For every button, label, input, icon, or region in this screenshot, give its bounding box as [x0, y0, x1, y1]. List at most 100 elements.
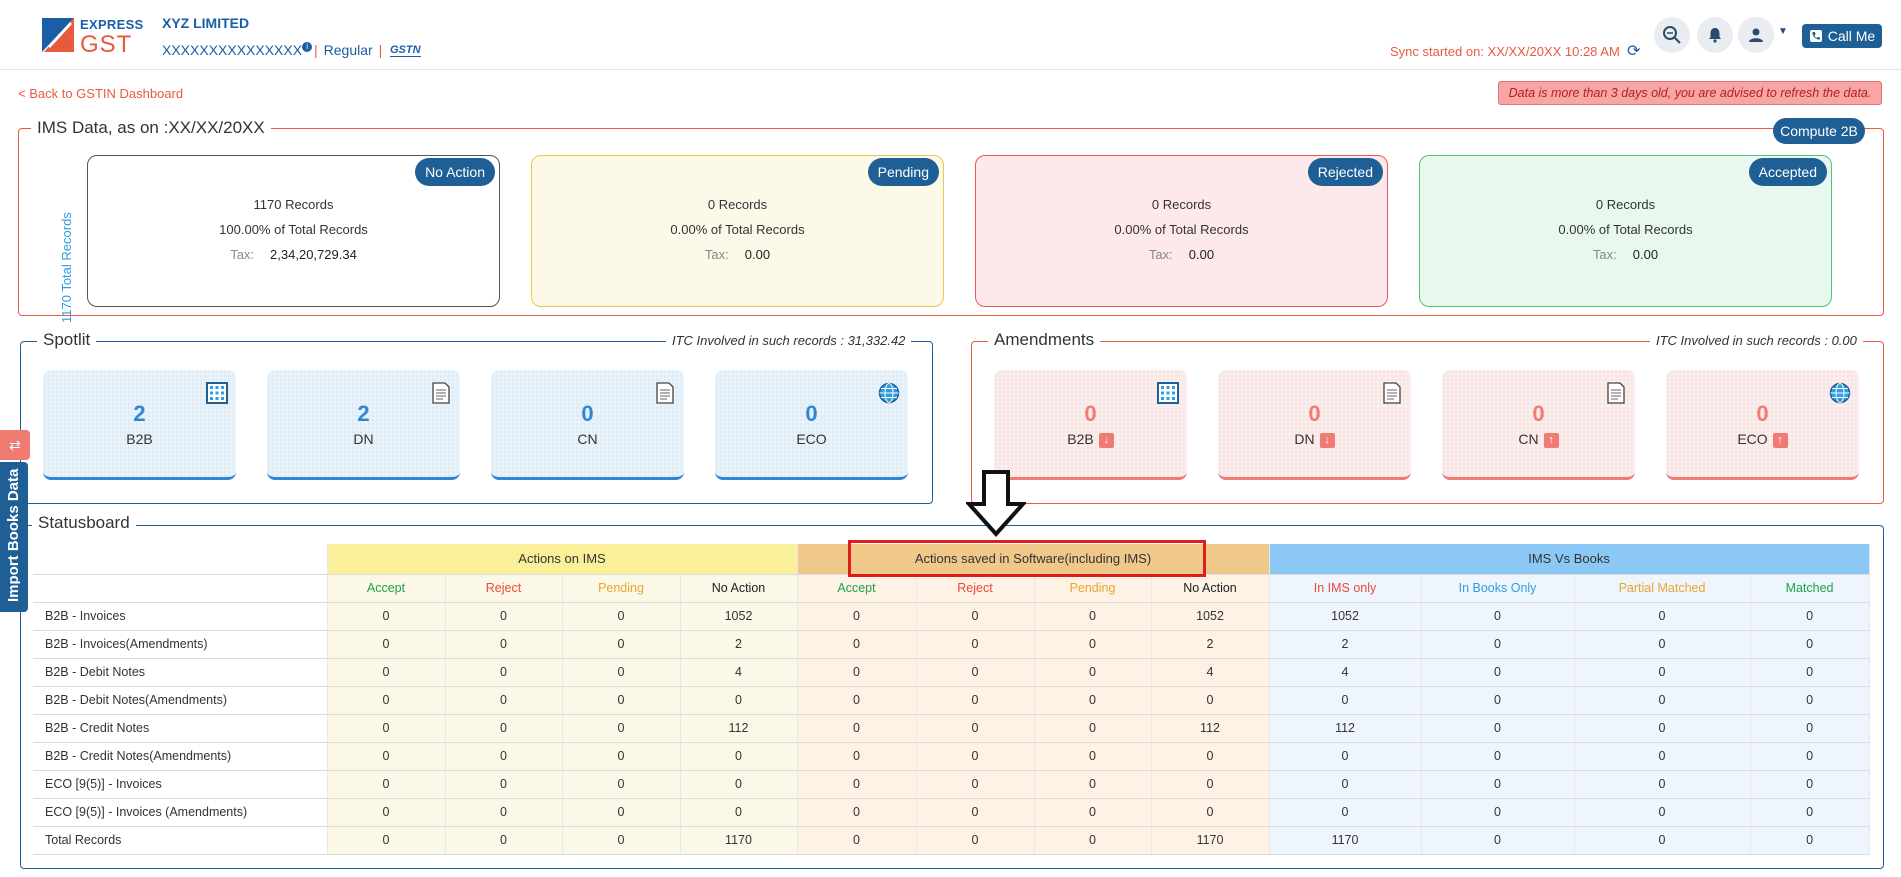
table-cell[interactable]: 112 [680, 714, 798, 743]
table-cell[interactable]: 0 [562, 686, 681, 715]
back-to-dashboard-link[interactable]: < Back to GSTIN Dashboard [18, 86, 183, 101]
col-in-books-only[interactable]: In Books Only [1421, 574, 1575, 603]
amendment-card-b2b[interactable]: 0 B2B ↓ [994, 370, 1187, 480]
table-cell[interactable]: 1052 [1269, 602, 1422, 631]
table-cell[interactable]: 0 [1574, 798, 1751, 827]
table-cell[interactable]: 0 [1750, 826, 1870, 855]
table-cell[interactable]: 0 [1421, 658, 1575, 687]
table-cell[interactable]: 1170 [680, 826, 798, 855]
ims-card-no-action[interactable]: No Action 1170 Records 100.00% of Total … [87, 155, 500, 307]
table-cell[interactable]: 0 [562, 714, 681, 743]
table-cell[interactable]: 112 [1151, 714, 1270, 743]
table-cell[interactable]: 0 [797, 770, 917, 799]
ims-card-pending[interactable]: Pending 0 Records 0.00% of Total Records… [531, 155, 944, 307]
table-cell[interactable]: 0 [916, 770, 1035, 799]
col-accept[interactable]: Accept [797, 574, 917, 603]
import-icon[interactable]: ⇄ [0, 430, 30, 460]
table-cell[interactable]: 0 [562, 742, 681, 771]
table-cell[interactable]: 0 [1269, 770, 1422, 799]
table-cell[interactable]: 0 [327, 714, 446, 743]
table-cell[interactable]: 2 [1269, 630, 1422, 659]
table-cell[interactable]: 0 [916, 826, 1035, 855]
table-cell[interactable]: 0 [1034, 742, 1152, 771]
table-cell[interactable]: 0 [562, 658, 681, 687]
table-cell[interactable]: 0 [327, 630, 446, 659]
col-pending[interactable]: Pending [562, 574, 681, 603]
table-cell[interactable]: 0 [1574, 686, 1751, 715]
col-pending[interactable]: Pending [1034, 574, 1152, 603]
table-cell[interactable]: 0 [1421, 798, 1575, 827]
table-cell[interactable]: 0 [1034, 602, 1152, 631]
table-cell[interactable]: 0 [562, 602, 681, 631]
col-reject[interactable]: Reject [445, 574, 563, 603]
col-no-action[interactable]: No Action [680, 574, 798, 603]
table-cell[interactable]: 0 [1151, 686, 1270, 715]
table-cell[interactable]: 0 [1421, 742, 1575, 771]
spotlit-card-eco[interactable]: 0 ECO [715, 370, 908, 480]
table-cell[interactable]: 0 [1750, 798, 1870, 827]
gstn-portal-icon[interactable]: GSTN [390, 44, 421, 57]
table-cell[interactable]: 0 [1034, 770, 1152, 799]
refresh-icon[interactable]: ⟳ [1627, 41, 1640, 61]
col-in-ims-only[interactable]: In IMS only [1269, 574, 1422, 603]
table-cell[interactable]: 0 [1421, 714, 1575, 743]
table-cell[interactable]: 0 [916, 658, 1035, 687]
table-cell[interactable]: 0 [445, 770, 563, 799]
table-cell[interactable]: 1052 [1151, 602, 1270, 631]
table-cell[interactable]: 0 [1421, 770, 1575, 799]
table-cell[interactable]: 0 [1574, 742, 1751, 771]
table-cell[interactable]: 0 [445, 658, 563, 687]
compute-2b-button[interactable]: Compute 2B [1773, 118, 1865, 144]
notifications-button[interactable] [1697, 17, 1733, 53]
table-cell[interactable]: 0 [1034, 798, 1152, 827]
table-cell[interactable]: 0 [916, 630, 1035, 659]
table-cell[interactable]: 0 [562, 798, 681, 827]
amendment-card-eco[interactable]: 0 ECO ↑ [1666, 370, 1859, 480]
col-no-action[interactable]: No Action [1151, 574, 1270, 603]
table-cell[interactable]: 0 [327, 770, 446, 799]
table-cell[interactable]: 0 [1750, 602, 1870, 631]
table-cell[interactable]: 0 [916, 798, 1035, 827]
table-cell[interactable]: 0 [916, 602, 1035, 631]
spotlit-card-dn[interactable]: 2 DN [267, 370, 460, 480]
table-cell[interactable]: 0 [1421, 602, 1575, 631]
table-cell[interactable]: 0 [1574, 602, 1751, 631]
table-cell[interactable]: 0 [680, 686, 798, 715]
table-cell[interactable]: 0 [1574, 714, 1751, 743]
table-cell[interactable]: 0 [797, 714, 917, 743]
col-reject[interactable]: Reject [916, 574, 1035, 603]
col-partial-matched[interactable]: Partial Matched [1574, 574, 1751, 603]
table-cell[interactable]: 0 [1750, 742, 1870, 771]
table-cell[interactable]: 1170 [1151, 826, 1270, 855]
table-cell[interactable]: 0 [1421, 826, 1575, 855]
table-cell[interactable]: 0 [1574, 630, 1751, 659]
table-cell[interactable]: 0 [445, 826, 563, 855]
table-cell[interactable]: 0 [680, 742, 798, 771]
table-cell[interactable]: 0 [797, 798, 917, 827]
table-cell[interactable]: 0 [1421, 630, 1575, 659]
table-cell[interactable]: 0 [562, 826, 681, 855]
table-cell[interactable]: 0 [562, 770, 681, 799]
table-cell[interactable]: 0 [445, 686, 563, 715]
col-accept[interactable]: Accept [327, 574, 446, 603]
table-cell[interactable]: 0 [1750, 630, 1870, 659]
table-cell[interactable]: 0 [1269, 742, 1422, 771]
search-button[interactable] [1654, 17, 1690, 53]
table-cell[interactable]: 0 [327, 658, 446, 687]
table-cell[interactable]: 0 [680, 798, 798, 827]
amendment-card-dn[interactable]: 0 DN ↓ [1218, 370, 1411, 480]
table-cell[interactable]: 0 [1750, 714, 1870, 743]
ims-card-rejected[interactable]: Rejected 0 Records 0.00% of Total Record… [975, 155, 1388, 307]
table-cell[interactable]: 0 [916, 686, 1035, 715]
table-cell[interactable]: 0 [1750, 686, 1870, 715]
table-cell[interactable]: 0 [797, 742, 917, 771]
table-cell[interactable]: 112 [1269, 714, 1422, 743]
table-cell[interactable]: 0 [1269, 686, 1422, 715]
table-cell[interactable]: 4 [1151, 658, 1270, 687]
table-cell[interactable]: 0 [445, 714, 563, 743]
spotlit-card-cn[interactable]: 0 CN [491, 370, 684, 480]
table-cell[interactable]: 0 [445, 602, 563, 631]
table-cell[interactable]: 0 [1151, 742, 1270, 771]
table-cell[interactable]: 0 [327, 602, 446, 631]
chevron-down-icon[interactable]: ▼ [1778, 26, 1788, 37]
